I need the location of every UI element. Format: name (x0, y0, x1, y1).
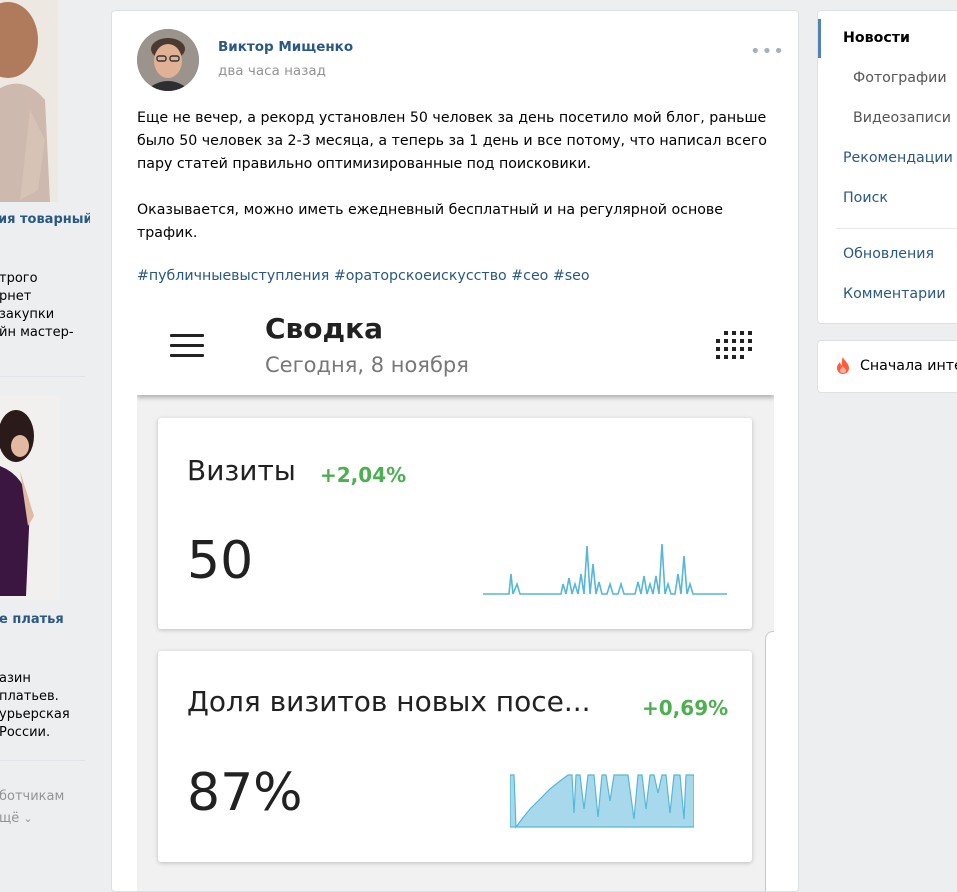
post-attached-image[interactable]: Сводка Сегодня, 8 ноября Визиты +2,04% 5… (137, 307, 774, 891)
nav-item-comments[interactable]: Комментарии (843, 286, 946, 302)
ad-divider (0, 376, 85, 377)
post-paragraph-1: Еще не вечер, а рекорд установлен 50 чел… (137, 110, 767, 172)
post-hashtags: #публичныевыступления #ораторскоеискусст… (137, 268, 590, 284)
ad-more-label: щё (0, 811, 20, 826)
post-text: Еще не вечер, а рекорд установлен 50 чел… (137, 107, 777, 245)
new-visitors-value: 87% (187, 763, 303, 823)
hashtag-link[interactable]: #ораторскоеискусство (334, 268, 507, 284)
scroll-edge (765, 631, 774, 891)
nav-item-news[interactable]: Новости (843, 30, 910, 46)
ad-text-1-line1: трого (0, 271, 38, 286)
app-title: Сводка (265, 312, 384, 345)
ad-text-1-line4: йн мастер- (0, 325, 74, 340)
ad-image-1[interactable] (0, 0, 58, 202)
chevron-down-icon: ⌄ (23, 812, 33, 825)
nav-item-search[interactable]: Поиск (843, 190, 888, 206)
hashtag-link[interactable]: #seo (553, 268, 590, 284)
new-visitors-area-chart (510, 774, 694, 829)
ad-text-1-line3: закупки (0, 307, 55, 322)
post-card: Виктор Мищенко два часа назад ••• Еще не… (111, 10, 799, 892)
ad-footer-link[interactable]: ботчикам (0, 787, 64, 807)
avatar[interactable] (137, 29, 199, 91)
post-time[interactable]: два часа назад (218, 63, 326, 79)
visits-sparkline (483, 543, 727, 595)
nav-item-recommendations[interactable]: Рекомендации (843, 150, 953, 166)
visits-card: Визиты +2,04% 50 (158, 418, 752, 629)
visits-delta: +2,04% (320, 463, 407, 487)
nav-divider (836, 228, 957, 229)
ad-text-2-line3: урьерская (0, 707, 70, 722)
ad-title-2[interactable]: е платья (0, 612, 64, 627)
post-author[interactable]: Виктор Мищенко (218, 39, 353, 55)
nav-item-videos[interactable]: Видеозаписи (853, 110, 951, 126)
app-header: Сводка Сегодня, 8 ноября (137, 307, 774, 395)
dots-grid-icon (716, 331, 752, 359)
ad-text-1-line2: рнет (0, 289, 32, 304)
fire-icon (837, 357, 849, 374)
right-nav-menu: Новости Фотографии Видеозаписи Рекоменда… (817, 10, 957, 324)
hashtag-link[interactable]: #публичныевыступления (137, 268, 329, 284)
sort-label: Сначала инте (860, 358, 957, 374)
ad-image-2[interactable] (0, 396, 60, 600)
nav-active-indicator (818, 19, 821, 58)
hamburger-menu-icon (170, 334, 204, 357)
new-visitors-card: Доля визитов новых посе... +0,69% 87% (158, 651, 752, 862)
ad-text-2-line2: платьев. (0, 689, 59, 704)
nav-item-photos[interactable]: Фотографии (853, 70, 947, 86)
more-horizontal-icon[interactable]: ••• (750, 41, 785, 62)
left-ads-column: ия товарный трого рнет закупки йн мастер… (0, 0, 90, 879)
post-paragraph-2: Оказывается, можно иметь ежедневный бесп… (137, 202, 724, 241)
ad-divider (0, 760, 85, 761)
nav-item-updates[interactable]: Обновления (843, 246, 934, 262)
ad-more-link[interactable]: щё ⌄ (0, 809, 33, 829)
new-visitors-delta: +0,69% (642, 696, 729, 720)
visits-value: 50 (187, 531, 254, 591)
ad-text-2-line1: азин (0, 671, 31, 686)
hashtag-link[interactable]: #сео (511, 268, 548, 284)
sort-interesting-first-toggle[interactable]: Сначала инте (817, 340, 957, 393)
visits-label: Визиты (187, 454, 296, 487)
ad-title-1[interactable]: ия товарный (0, 212, 90, 227)
app-date: Сегодня, 8 ноября (265, 353, 469, 377)
new-visitors-label: Доля визитов новых посе... (187, 685, 591, 718)
ad-text-2-line4: России. (0, 725, 51, 740)
